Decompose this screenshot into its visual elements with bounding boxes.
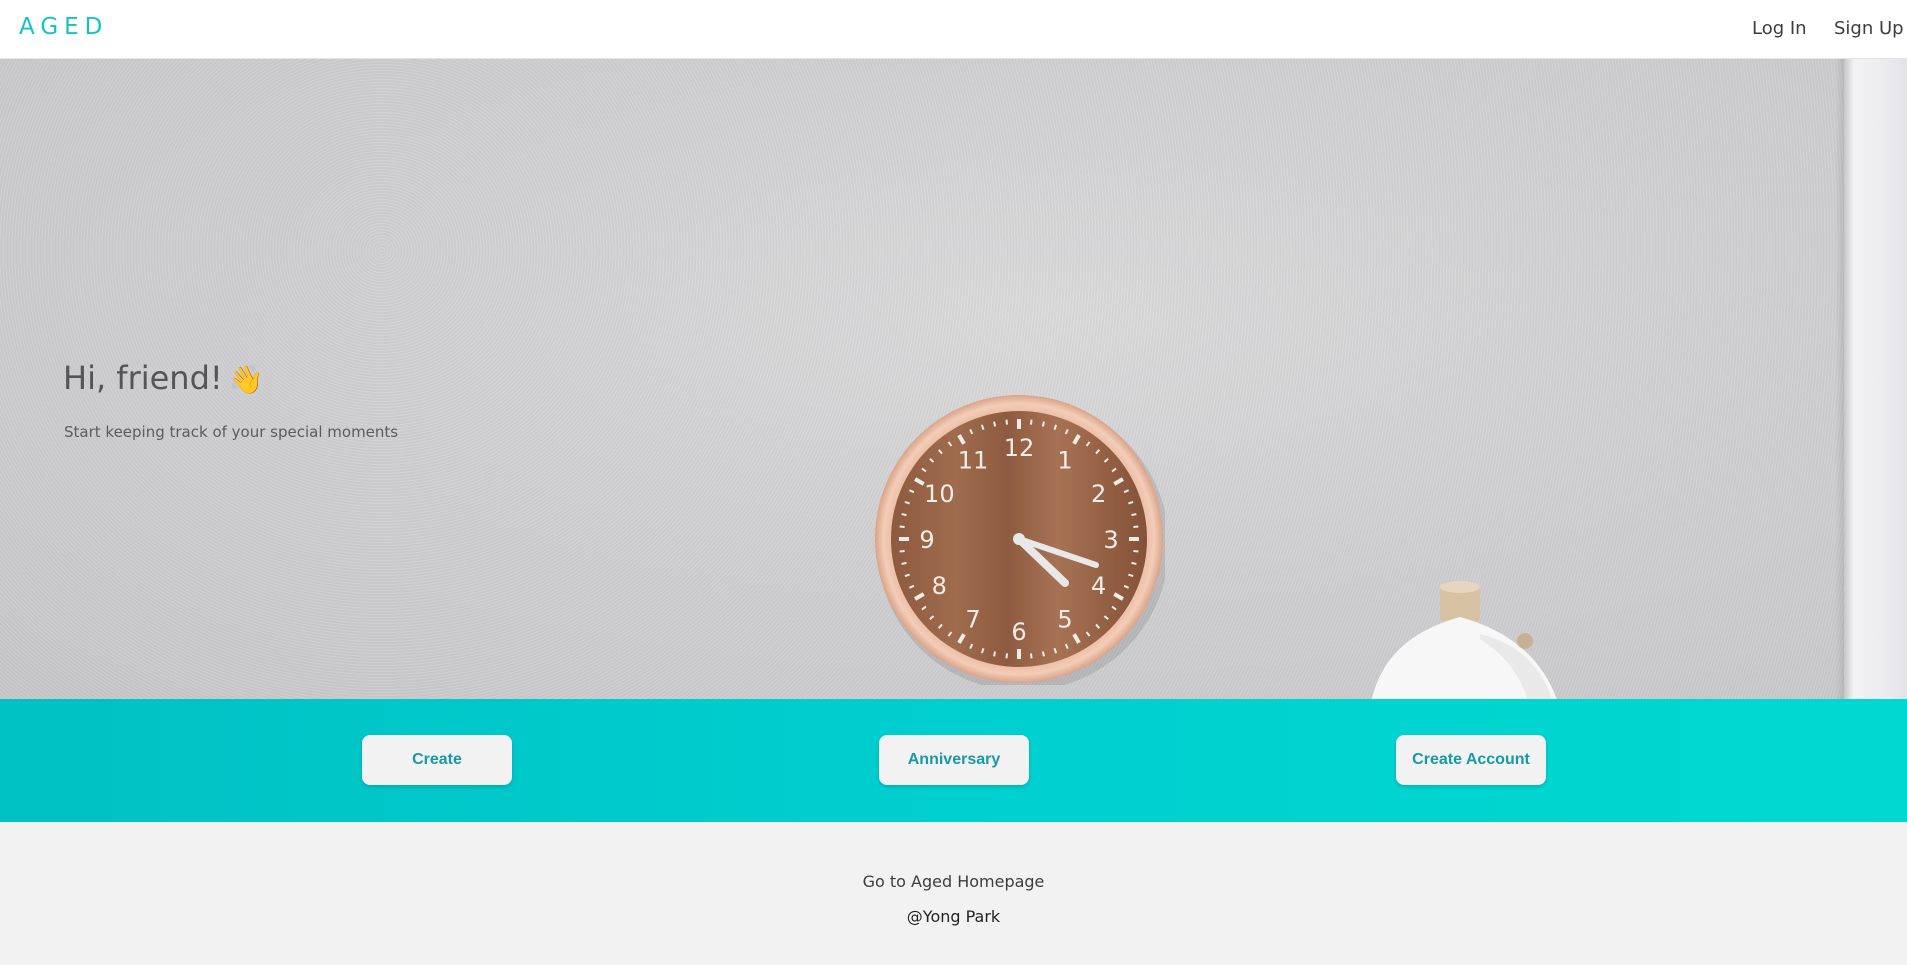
- clock-tick: [899, 525, 905, 528]
- hero-section: Hi, friend! 👋 Start keeping track of your…: [0, 59, 1907, 699]
- clock-tick: [1133, 525, 1139, 528]
- door-frame: [1844, 59, 1907, 699]
- wall-clock-image: 12 12 3 45 6 78 9 1011: [875, 395, 1165, 685]
- clock-tick: [1005, 419, 1008, 425]
- clock-number: 10: [924, 480, 955, 508]
- clock-number: 6: [1011, 618, 1026, 646]
- clock-number: 2: [1091, 480, 1106, 508]
- clock-tick: [1131, 513, 1137, 517]
- hero-title: Hi, friend! 👋: [63, 359, 264, 397]
- clock-tick: [1005, 653, 1008, 659]
- clock-tick: [1030, 653, 1033, 659]
- clock-tick: [901, 513, 907, 517]
- login-link[interactable]: Log In: [1752, 18, 1807, 39]
- clock-tick: [1041, 421, 1045, 427]
- anniversary-button[interactable]: Anniversary: [879, 735, 1029, 785]
- clock-tick: [993, 421, 997, 427]
- footer-credit: @Yong Park: [906, 907, 1001, 926]
- create-account-button[interactable]: Create Account: [1396, 735, 1546, 785]
- desk-lamp-image: [1371, 581, 1557, 699]
- create-button[interactable]: Create: [362, 735, 512, 785]
- clock-number: 8: [932, 572, 947, 600]
- clock-tick: [993, 651, 997, 657]
- clock-number: 1: [1057, 446, 1072, 474]
- clock-tick: [1030, 419, 1033, 425]
- clock-number: 4: [1091, 572, 1106, 600]
- hero-subtitle: Start keeping track of your special mome…: [64, 423, 399, 441]
- waving-hand-icon: 👋: [228, 363, 264, 396]
- clock-tick: [1133, 550, 1139, 553]
- clock-tick: [1131, 561, 1137, 565]
- clock-number: 3: [1103, 526, 1118, 554]
- clock-tick: [901, 561, 907, 565]
- clock-tick: [1041, 651, 1045, 657]
- action-bar: Create Anniversary Create Account: [0, 699, 1907, 822]
- clock-number: 12: [1004, 434, 1035, 462]
- footer: Go to Aged Homepage @Yong Park: [0, 822, 1907, 965]
- homepage-link[interactable]: Go to Aged Homepage: [0, 872, 1907, 891]
- navbar: AGED Log In Sign Up: [0, 0, 1907, 59]
- clock-number: 11: [958, 446, 989, 474]
- lamp-neck-top: [1440, 581, 1480, 593]
- brand-logo[interactable]: AGED: [19, 14, 108, 40]
- signup-link[interactable]: Sign Up: [1834, 18, 1904, 39]
- clock-center: [1013, 533, 1025, 545]
- clock-number: 5: [1057, 606, 1072, 634]
- lamp-knob: [1517, 633, 1533, 649]
- clock-tick: [899, 550, 905, 553]
- hero-title-text: Hi, friend!: [63, 359, 223, 397]
- clock-number: 7: [965, 606, 980, 634]
- clock-number: 9: [919, 526, 934, 554]
